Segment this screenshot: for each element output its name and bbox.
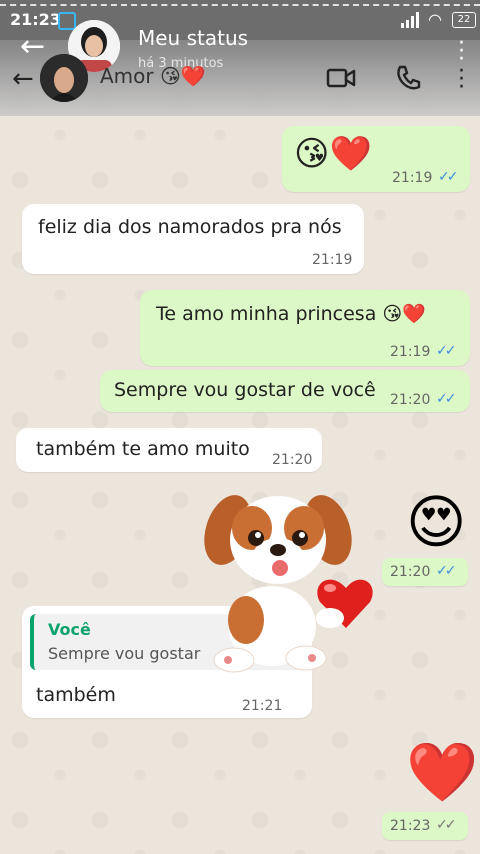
message-bubble-outgoing[interactable]: Sempre vou gostar de você 21:20 ✓✓: [100, 370, 470, 412]
story-progress-bar: [0, 4, 480, 6]
message-time: 21:21: [242, 698, 283, 714]
read-ticks-icon: ✓✓: [436, 391, 457, 407]
message-text: feliz dia dos namorados pra nós: [38, 216, 342, 238]
message-time-pill: 21:20 ✓✓: [382, 558, 468, 586]
message-time: 21:20: [390, 564, 431, 580]
more-vert-icon[interactable]: · · ·: [458, 61, 465, 99]
message-time: 21:20: [272, 452, 313, 468]
message-text: 😘❤️: [294, 134, 372, 174]
message-bubble-outgoing[interactable]: Te amo minha princesa 😘❤️ 21:19 ✓✓: [140, 290, 470, 366]
message-text: também: [36, 684, 116, 706]
contact-name-text: Amor: [100, 64, 154, 88]
quote-author: Você: [48, 620, 91, 639]
read-ticks-icon: ✓✓: [436, 563, 457, 579]
signal-icon: [401, 12, 419, 28]
message-time: 21:19: [390, 344, 431, 360]
message-time: 21:23: [390, 818, 431, 834]
contact-name[interactable]: Amor 😘❤️: [100, 64, 206, 88]
message-bubble-outgoing[interactable]: 😘❤️ 21:19 ✓✓: [282, 126, 470, 192]
message-text: Te amo minha princesa 😘❤️: [156, 303, 426, 325]
contact-avatar[interactable]: [40, 54, 88, 102]
clock: 21:23: [10, 10, 61, 29]
message-time: 21:19: [312, 252, 353, 268]
message-time: 21:20: [390, 392, 431, 408]
video-call-icon[interactable]: [326, 66, 356, 90]
message-bubble-incoming[interactable]: feliz dia dos namorados pra nós 21:19: [22, 204, 364, 274]
message-time: 21:19: [392, 170, 433, 186]
wifi-icon: ◠: [428, 10, 442, 29]
message-bubble-outgoing[interactable]: 😍 21:20 ✓✓: [378, 488, 474, 598]
puppy-sticker: [204, 495, 373, 673]
status-title: Meu status: [138, 26, 249, 50]
message-text: Sempre vou gostar de você: [114, 379, 376, 401]
arrow-left-icon[interactable]: ←: [20, 32, 45, 62]
contact-name-emojis: 😘❤️: [159, 64, 206, 88]
phone-icon[interactable]: [394, 64, 422, 92]
message-time-pill: 21:23 ✓✓: [382, 812, 468, 840]
message-bubble-incoming[interactable]: também te amo muito 21:20: [16, 428, 322, 472]
quote-text: Sempre vou gostar: [48, 644, 201, 663]
message-text: também te amo muito: [36, 438, 250, 460]
message-text: ❤️: [406, 738, 479, 806]
read-ticks-icon: ✓✓: [436, 343, 457, 359]
contact-photo: [40, 54, 88, 102]
delivered-ticks-icon: ✓✓: [436, 817, 457, 833]
app-notification-icon: [58, 12, 76, 30]
message-text: 😍: [406, 488, 467, 556]
battery-icon: 22: [452, 12, 476, 28]
read-ticks-icon: ✓✓: [438, 169, 459, 185]
arrow-left-icon[interactable]: ←: [12, 64, 34, 94]
message-bubble-outgoing[interactable]: ❤️ 21:23 ✓✓: [376, 740, 478, 844]
